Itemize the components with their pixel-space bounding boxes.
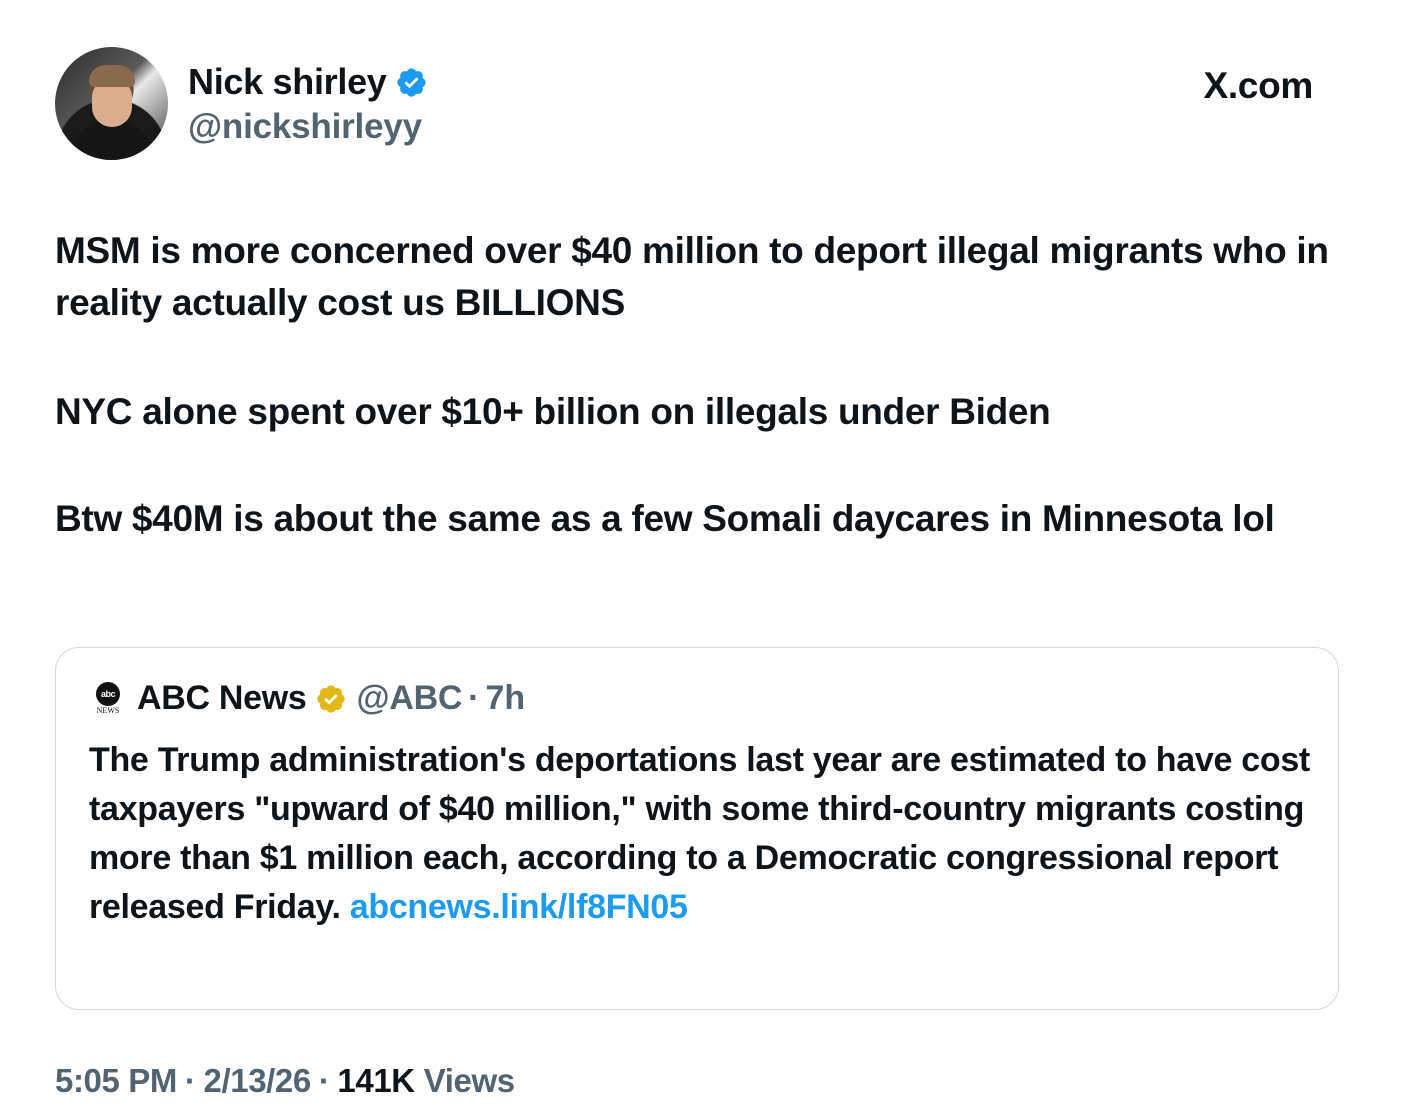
abc-news-logo-icon[interactable]: abc NEWS bbox=[93, 681, 123, 716]
quoted-handle[interactable]: @ABC bbox=[357, 679, 463, 718]
quoted-timestamp[interactable]: 7h bbox=[485, 679, 525, 718]
tweet-paragraph: MSM is more concerned over $40 million t… bbox=[55, 230, 1329, 323]
author-display-name[interactable]: Nick shirley bbox=[188, 61, 387, 103]
quoted-tweet-header: abc NEWS ABC News @ABC · 7h bbox=[93, 679, 525, 718]
verified-badge-icon bbox=[396, 67, 426, 97]
tweet-meta: 5:05 PM · 2/13/26 · 141K Views bbox=[55, 1062, 515, 1100]
author-handle[interactable]: @nickshirleyy bbox=[188, 107, 422, 147]
gold-verified-badge-icon bbox=[316, 684, 345, 713]
abc-logo-sub: NEWS bbox=[96, 705, 120, 715]
views-label: Views bbox=[423, 1062, 515, 1099]
avatar-hair bbox=[89, 65, 135, 87]
site-label: X.com bbox=[1203, 65, 1313, 106]
quoted-tweet-link[interactable]: abcnews.link/lf8FN05 bbox=[350, 888, 688, 926]
tweet-paragraph: Btw $40M is about the same as a few Soma… bbox=[55, 498, 1275, 539]
quoted-tweet-card[interactable]: abc NEWS ABC News @ABC · 7h The Trump ad… bbox=[55, 647, 1339, 1010]
quoted-separator: · bbox=[468, 679, 480, 717]
tweet-date[interactable]: 2/13/26 bbox=[204, 1062, 312, 1100]
quoted-tweet-text: The Trump administration's deportations … bbox=[89, 736, 1319, 932]
quoted-display-name[interactable]: ABC News bbox=[137, 679, 307, 718]
abc-logo-disc: abc bbox=[96, 681, 120, 706]
views-count[interactable]: 141K bbox=[337, 1062, 415, 1100]
author-name-row: Nick shirley bbox=[188, 61, 428, 103]
author-avatar[interactable] bbox=[55, 47, 168, 160]
quoted-text-body: The Trump administration's deportations … bbox=[89, 741, 1310, 926]
tweet-time[interactable]: 5:05 PM bbox=[55, 1062, 177, 1100]
tweet-paragraph: NYC alone spent over $10+ billion on ill… bbox=[55, 391, 1051, 432]
tweet-header: Nick shirley @nickshirleyy X.com bbox=[55, 47, 1355, 162]
meta-separator: · bbox=[318, 1062, 330, 1099]
meta-separator: · bbox=[184, 1062, 196, 1099]
